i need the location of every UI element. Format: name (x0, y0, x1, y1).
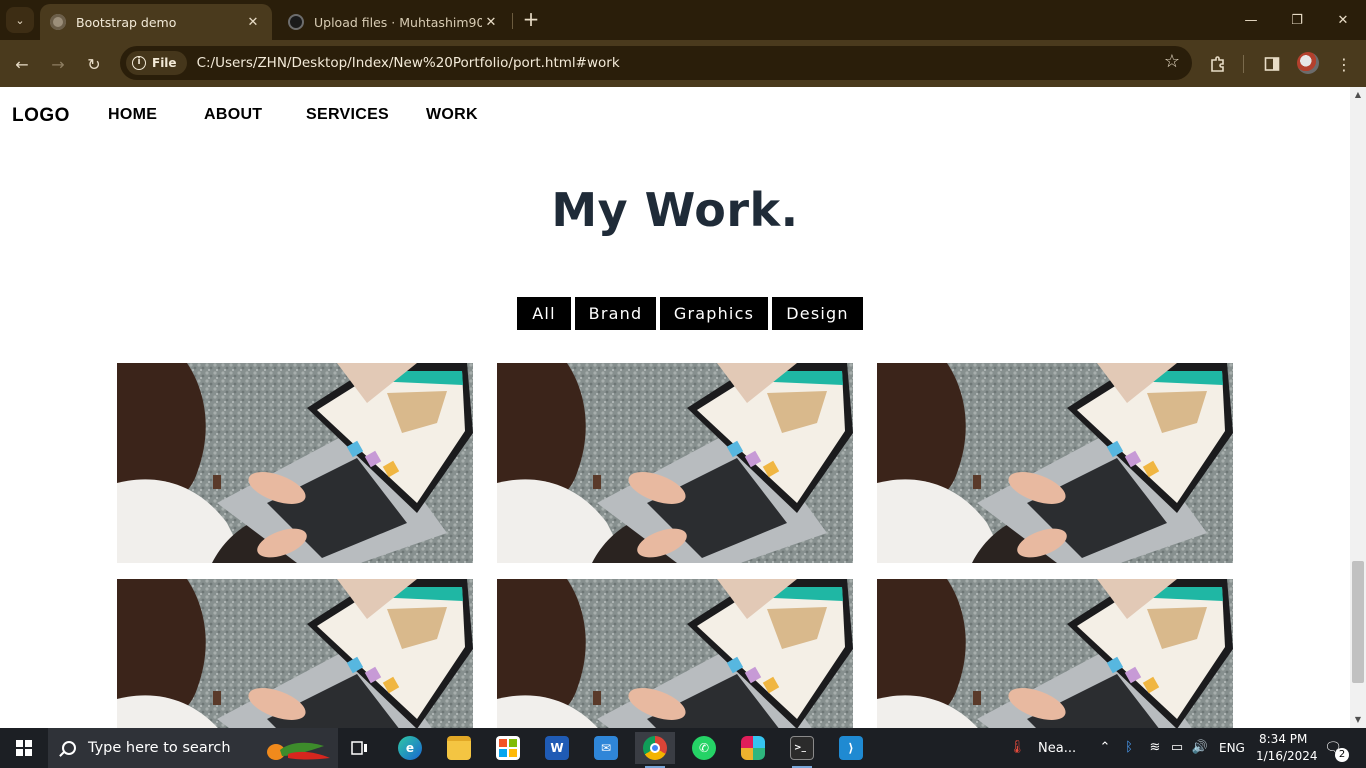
globe-icon (50, 14, 66, 30)
tab-bootstrap-demo[interactable]: Bootstrap demo ✕ (40, 4, 272, 40)
page-scrollbar[interactable]: ▲ ▼ (1350, 87, 1366, 728)
more-menu-icon[interactable]: ⋮ (1332, 52, 1356, 76)
tab-title: Upload files · Muhtashim90/Ne (314, 14, 482, 30)
restore-button[interactable]: ❐ (1274, 0, 1320, 40)
chevron-up-icon[interactable]: ⌃ (1096, 739, 1114, 757)
minimize-button[interactable]: — (1228, 0, 1274, 40)
new-tab-button[interactable]: + (520, 9, 542, 31)
reload-icon[interactable]: ↻ (82, 52, 106, 76)
chevron-down-icon[interactable]: ⌄ (6, 7, 34, 33)
side-panel-icon[interactable] (1260, 52, 1284, 76)
site-info-label: File (152, 56, 177, 70)
portfolio-item[interactable] (117, 579, 473, 728)
site-navbar: LOGO HOME ABOUT SERVICES WORK (0, 87, 1350, 145)
chrome-icon[interactable] (635, 732, 675, 768)
language-indicator[interactable]: ENG (1219, 741, 1245, 755)
site-logo[interactable]: LOGO (12, 105, 70, 127)
windows-logo-icon (16, 740, 32, 756)
close-window-button[interactable]: ✕ (1320, 0, 1366, 40)
task-view-icon[interactable] (340, 732, 380, 764)
portfolio-item[interactable] (877, 579, 1233, 728)
nav-link-about[interactable]: ABOUT (204, 106, 262, 124)
portfolio-item[interactable] (497, 579, 853, 728)
scroll-down-icon[interactable]: ▼ (1350, 712, 1366, 728)
store-icon[interactable] (488, 732, 528, 764)
volume-icon[interactable]: 🔊 (1191, 739, 1209, 757)
info-icon: i (132, 56, 146, 70)
extensions-puzzle-icon[interactable] (1206, 52, 1230, 76)
terminal-icon[interactable]: >_ (782, 732, 822, 768)
windows-taskbar: Type here to search e W ✉ ✆ >_ ⟩ 🌡 Nea..… (0, 728, 1366, 768)
slack-icon[interactable] (733, 732, 773, 764)
scroll-thumb[interactable] (1352, 561, 1364, 683)
notification-count: 2 (1335, 748, 1349, 762)
browser-toolbar: ← → ↻ i File C:/Users/ZHN/Desktop/Index/… (0, 40, 1366, 87)
site-info-chip[interactable]: i File (126, 51, 187, 75)
clock-time[interactable]: 8:34 PM (1259, 732, 1307, 746)
portfolio-item[interactable] (877, 363, 1233, 563)
filter-design-button[interactable]: Design (772, 297, 863, 330)
clock-date[interactable]: 1/16/2024 (1256, 749, 1318, 763)
web-page: LOGO HOME ABOUT SERVICES WORK My Work. A… (0, 87, 1350, 728)
edge-icon[interactable]: e (390, 732, 430, 764)
address-bar[interactable]: i File C:/Users/ZHN/Desktop/Index/New%20… (120, 46, 1192, 80)
search-highlight-peppers-icon (267, 742, 330, 760)
search-placeholder: Type here to search (88, 740, 231, 756)
bluetooth-icon[interactable]: ᛒ (1120, 739, 1138, 757)
nav-link-services[interactable]: SERVICES (306, 106, 389, 124)
filter-brand-button[interactable]: Brand (575, 297, 656, 330)
weather-text[interactable]: Nea... (1038, 741, 1076, 756)
search-icon (62, 741, 76, 755)
tab-upload-files[interactable]: Upload files · Muhtashim90/Ne ✕ (278, 4, 510, 40)
toolbar-divider (1243, 55, 1244, 73)
close-icon[interactable]: ✕ (482, 15, 500, 30)
scroll-up-icon[interactable]: ▲ (1350, 87, 1366, 103)
nav-link-home[interactable]: HOME (108, 106, 157, 124)
browser-tab-bar: ⌄ Bootstrap demo ✕ Upload files · Muhtas… (0, 0, 1366, 40)
tab-title: Bootstrap demo (76, 14, 177, 30)
wifi-icon[interactable]: ≋ (1146, 739, 1164, 757)
github-icon (288, 14, 304, 30)
filter-button-group: All Brand Graphics Design (517, 297, 863, 330)
filter-all-button[interactable]: All (517, 297, 571, 330)
nav-link-work[interactable]: WORK (426, 106, 478, 124)
battery-icon[interactable]: ▭ (1168, 739, 1186, 757)
word-icon[interactable]: W (537, 732, 577, 764)
weather-thermometer-icon[interactable]: 🌡 (1008, 739, 1026, 757)
whatsapp-icon[interactable]: ✆ (684, 732, 724, 764)
start-button[interactable] (0, 728, 48, 768)
file-explorer-icon[interactable] (439, 732, 479, 764)
url-text[interactable]: C:/Users/ZHN/Desktop/Index/New%20Portfol… (197, 55, 620, 71)
portfolio-item[interactable] (117, 363, 473, 563)
section-title: My Work. (551, 183, 799, 237)
forward-arrow-icon[interactable]: → (46, 52, 70, 76)
portfolio-item[interactable] (497, 363, 853, 563)
vscode-icon[interactable]: ⟩ (831, 732, 871, 764)
tab-divider (512, 13, 513, 29)
back-arrow-icon[interactable]: ← (10, 52, 34, 76)
profile-avatar[interactable] (1297, 52, 1319, 74)
close-icon[interactable]: ✕ (244, 15, 262, 30)
bookmark-star-icon[interactable]: ☆ (1164, 51, 1180, 72)
filter-graphics-button[interactable]: Graphics (660, 297, 768, 330)
mail-icon[interactable]: ✉ (586, 732, 626, 764)
